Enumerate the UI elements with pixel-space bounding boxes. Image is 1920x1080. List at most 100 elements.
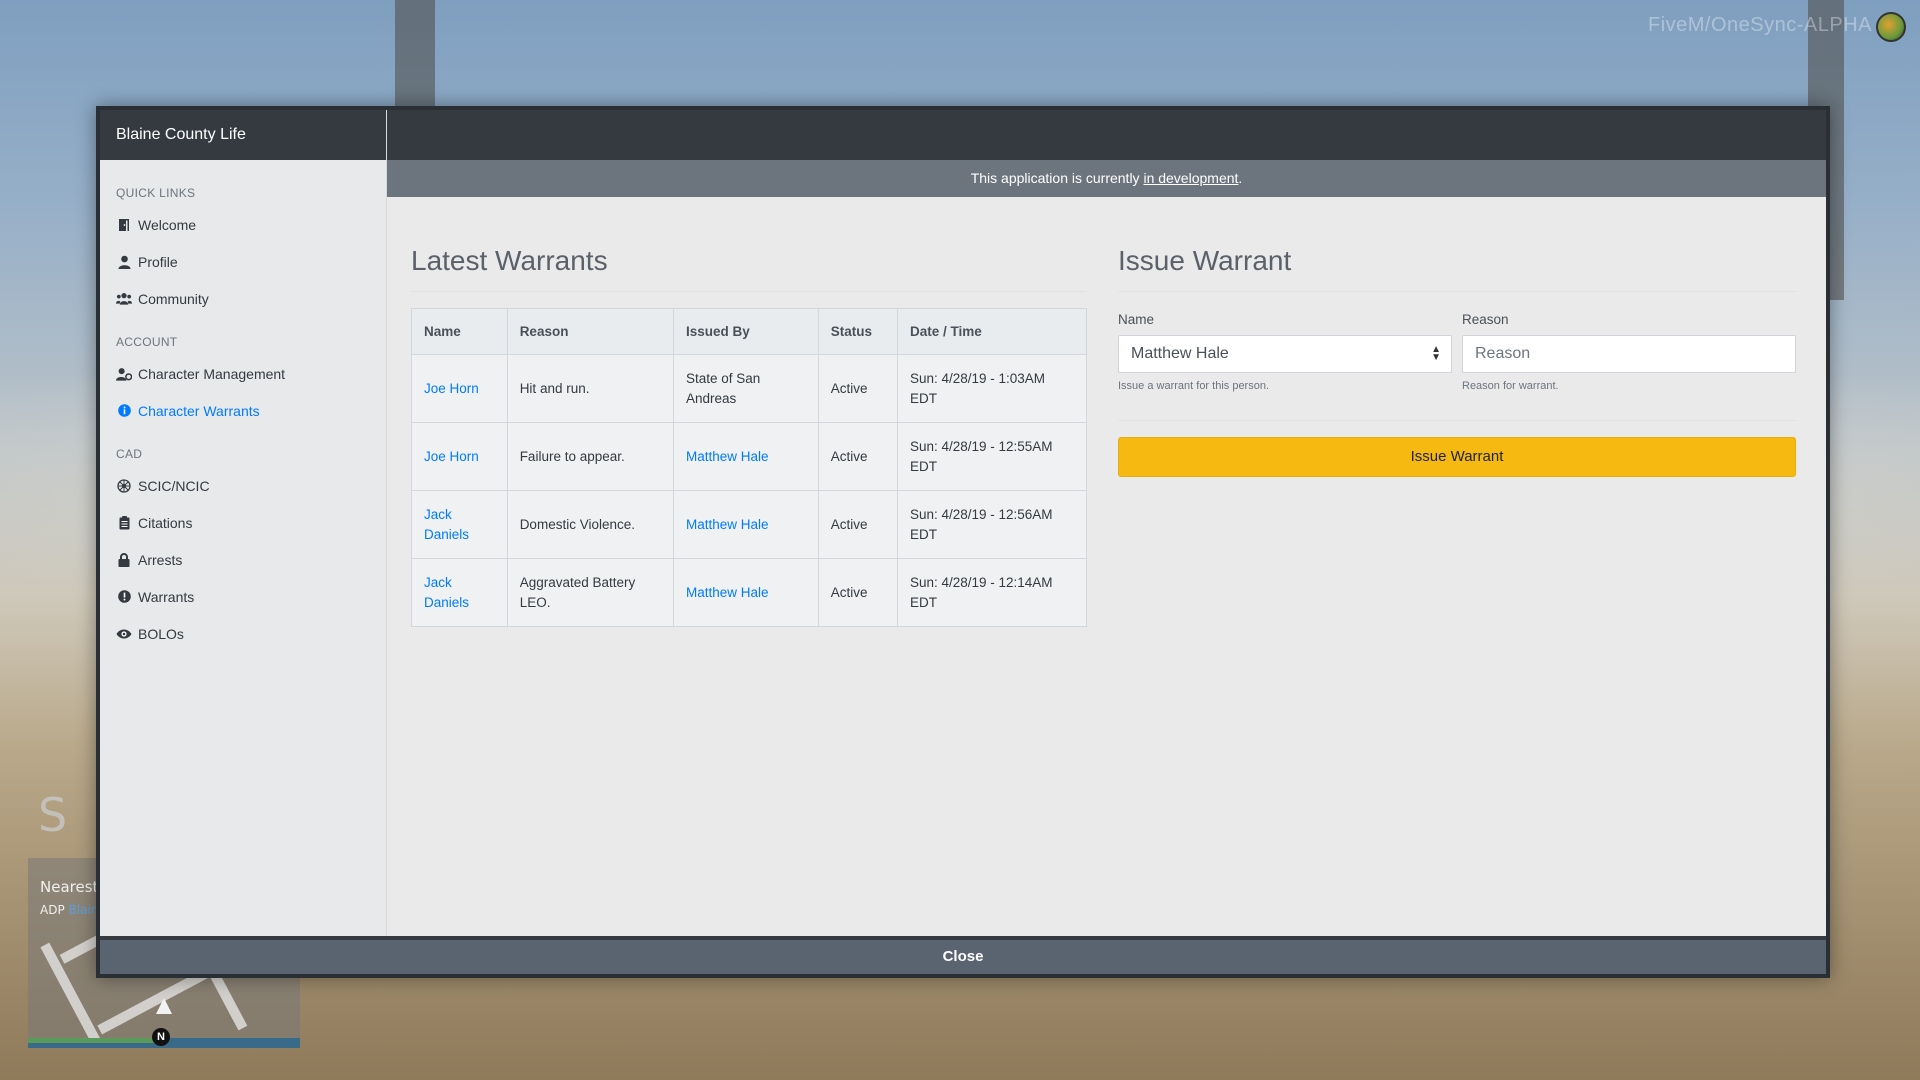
sidebar-nav: QUICK LINKS Welcome Profile Community ACCOUN… [100, 160, 386, 652]
issue-warrant-form: Name Matthew Hale ▲ ▼ Issue a warrant for… [1118, 312, 1796, 392]
sidebar-item-label: Citations [138, 514, 193, 531]
table-row: Jack Daniels Domestic Violence. Matthew Ha… [411, 490, 1088, 559]
status-text: Active [830, 584, 868, 600]
status-cell: Active [817, 422, 898, 491]
dev-notice-suffix: . [1238, 170, 1243, 186]
issued-by-text: State of San Andreas [685, 370, 761, 406]
lock-icon [116, 552, 132, 568]
sidebar-item-label: Profile [138, 253, 178, 270]
issue-warrant-button[interactable]: Issue Warrant [1118, 437, 1796, 477]
reason-field-group: Reason Reason Reason for warrant. [1462, 312, 1796, 392]
network-icon [116, 478, 132, 494]
latest-warrants-title: Latest Warrants [411, 245, 1087, 292]
server-logo-icon [1876, 12, 1906, 42]
name-select[interactable]: Matthew Hale ▲ ▼ [1118, 335, 1452, 373]
sidebar-item-profile[interactable]: Profile [100, 243, 386, 280]
sidebar-item-label: Community [138, 290, 209, 307]
hud-area-prefix: ADP [40, 903, 65, 917]
status-text: Active [830, 448, 868, 464]
reason-label: Reason [1462, 312, 1509, 327]
reason-cell: Domestic Violence. [506, 490, 674, 559]
datetime-text: Sun: 4/28/19 - 1:03AM EDT [909, 370, 1046, 406]
brand-title: Blaine County Life [100, 110, 386, 160]
datetime-text: Sun: 4/28/19 - 12:55AM EDT [909, 438, 1053, 474]
sidebar-item-label: BOLOs [138, 625, 184, 642]
issued-by-cell: Matthew Hale [672, 558, 819, 627]
reason-cell: Hit and run. [506, 354, 674, 423]
issued-by-cell: Matthew Hale [672, 422, 819, 491]
form-divider [1118, 420, 1796, 421]
reason-help-text: Reason for warrant. [1462, 380, 1559, 392]
sidebar-item-character-management[interactable]: Character Management [100, 355, 386, 392]
status-text: Active [830, 516, 868, 532]
player-arrow-icon [156, 998, 172, 1014]
issued-by-link[interactable]: Matthew Hale [686, 585, 769, 600]
issued-by-cell: State of San Andreas [672, 354, 819, 423]
datetime-text: Sun: 4/28/19 - 12:56AM EDT [909, 506, 1053, 542]
name-help-text: Issue a warrant for this person. [1118, 380, 1270, 392]
sidebar-item-label: Welcome [138, 216, 197, 233]
status-cell: Active [817, 354, 898, 423]
sidebar-item-warrants[interactable]: Warrants [100, 578, 386, 615]
status-cell: Active [817, 558, 898, 627]
dev-notice-link[interactable]: in development [1143, 170, 1238, 186]
close-button[interactable]: Close [100, 940, 1826, 974]
sidebar-item-label: Warrants [138, 588, 195, 605]
name-select-value: Matthew Hale [1131, 345, 1229, 362]
issued-by-link[interactable]: Matthew Hale [686, 517, 769, 532]
clipboard-icon [116, 515, 132, 531]
name-cell: Joe Horn [411, 422, 508, 491]
content-area: Latest Warrants Name Reason Issued By Statu… [387, 197, 1826, 936]
table-row: Jack Daniels Aggravated Battery LEO. Matth… [411, 558, 1088, 627]
column-header: Issued By [672, 308, 819, 355]
sidebar-section-heading: CAD [116, 447, 143, 461]
name-link[interactable]: Joe Horn [424, 381, 479, 396]
compass-north-icon: N [152, 1028, 170, 1046]
warrants-table: Name Reason Issued By Status Date / Time Joe… [411, 308, 1088, 627]
table-header-row: Name Reason Issued By Status Date / Time [411, 308, 1088, 355]
datetime-text: Sun: 4/28/19 - 12:14AM EDT [909, 574, 1053, 610]
column-header: Name [411, 308, 508, 355]
reason-text: Aggravated Battery LEO. [519, 574, 636, 610]
column-header: Status [817, 308, 898, 355]
issued-by-cell: Matthew Hale [672, 490, 819, 559]
sidebar-item-label: Character Warrants [138, 402, 260, 419]
table-row: Joe Horn Failure to appear. Matthew Hale Ac… [411, 422, 1088, 491]
door-icon [116, 217, 132, 233]
issue-warrant-section: Issue Warrant Name Matthew Hale ▲ ▼ Issue… [1118, 197, 1796, 477]
reason-text: Failure to appear. [519, 448, 625, 464]
datetime-cell: Sun: 4/28/19 - 1:03AM EDT [896, 354, 1088, 423]
column-header: Date / Time [896, 308, 1088, 355]
name-cell: Jack Daniels [411, 558, 508, 627]
users-icon [116, 291, 132, 307]
sidebar-item-label: Arrests [138, 551, 183, 568]
reason-text: Domestic Violence. [519, 516, 635, 532]
sidebar-item-character-warrants[interactable]: Character Warrants [100, 392, 386, 429]
name-link[interactable]: Jack Daniels [424, 575, 469, 610]
datetime-cell: Sun: 4/28/19 - 12:14AM EDT [896, 558, 1088, 627]
reason-placeholder: Reason [1475, 345, 1531, 362]
sidebar-item-community[interactable]: Community [100, 280, 386, 317]
sidebar-item-citations[interactable]: Citations [100, 504, 386, 541]
datetime-cell: Sun: 4/28/19 - 12:55AM EDT [896, 422, 1088, 491]
info-circle-icon [116, 403, 132, 419]
reason-cell: Failure to appear. [506, 422, 674, 491]
sidebar-section-heading: ACCOUNT [116, 335, 178, 349]
name-link[interactable]: Joe Horn [424, 449, 479, 464]
reason-cell: Aggravated Battery LEO. [506, 558, 674, 627]
sidebar-item-bolos[interactable]: BOLOs [100, 615, 386, 652]
name-cell: Jack Daniels [411, 490, 508, 559]
user-cog-icon [116, 366, 132, 382]
sidebar-item-arrests[interactable]: Arrests [100, 541, 386, 578]
sidebar-item-scic-ncic[interactable]: SCIC/NCIC [100, 467, 386, 504]
sidebar-item-welcome[interactable]: Welcome [100, 206, 386, 243]
table-row: Joe Horn Hit and run. State of San Andreas… [411, 354, 1088, 423]
name-link[interactable]: Jack Daniels [424, 507, 469, 542]
reason-input[interactable]: Reason [1462, 335, 1796, 373]
column-header: Reason [506, 308, 674, 355]
issued-by-link[interactable]: Matthew Hale [686, 449, 769, 464]
sidebar-item-label: SCIC/NCIC [138, 477, 210, 494]
eye-icon [116, 626, 132, 642]
latest-warrants-section: Latest Warrants Name Reason Issued By Statu… [411, 197, 1088, 627]
app-window: Blaine County Life QUICK LINKS Welcome Pro… [96, 106, 1830, 978]
